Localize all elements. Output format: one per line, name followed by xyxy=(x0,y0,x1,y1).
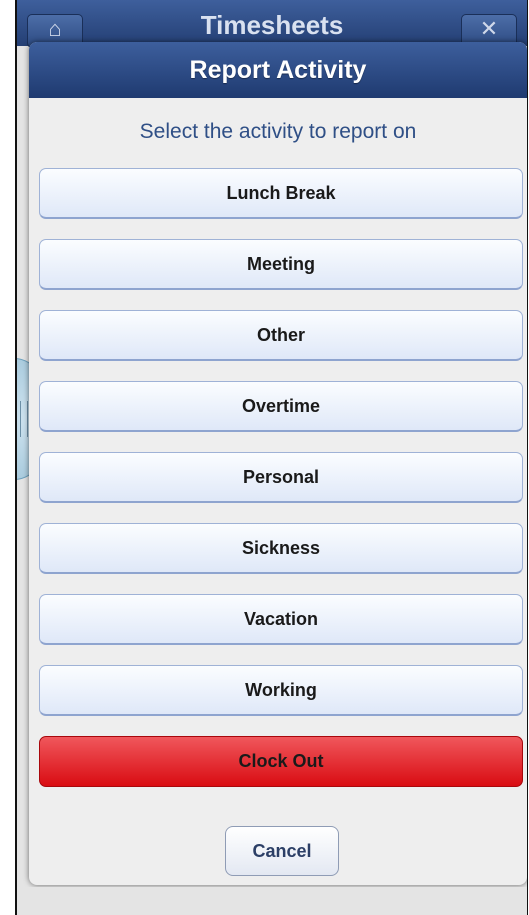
bottom-area xyxy=(17,887,527,915)
activity-button-personal[interactable]: Personal xyxy=(39,452,523,503)
app-header: ⌂ Timesheets ✕ xyxy=(17,0,527,48)
clock-out-button[interactable]: Clock Out xyxy=(39,736,523,787)
activity-button-lunch-break[interactable]: Lunch Break xyxy=(39,168,523,219)
app-frame: ⌂ Timesheets ✕ Report Activity Select th… xyxy=(15,0,528,915)
activity-button-other[interactable]: Other xyxy=(39,310,523,361)
grip-icon xyxy=(20,401,28,437)
activity-button-overtime[interactable]: Overtime xyxy=(39,381,523,432)
cancel-button[interactable]: Cancel xyxy=(225,826,339,876)
dialog-title: Report Activity xyxy=(29,42,527,98)
activity-button-vacation[interactable]: Vacation xyxy=(39,594,523,645)
close-icon: ✕ xyxy=(479,16,499,41)
activity-button-sickness[interactable]: Sickness xyxy=(39,523,523,574)
report-activity-dialog: Report Activity Select the activity to r… xyxy=(29,42,527,885)
activity-list: Lunch Break Meeting Other Overtime Perso… xyxy=(39,168,523,807)
app-title: Timesheets xyxy=(200,10,344,40)
activity-button-working[interactable]: Working xyxy=(39,665,523,716)
dialog-subtitle: Select the activity to report on xyxy=(139,120,417,143)
activity-button-meeting[interactable]: Meeting xyxy=(39,239,523,290)
